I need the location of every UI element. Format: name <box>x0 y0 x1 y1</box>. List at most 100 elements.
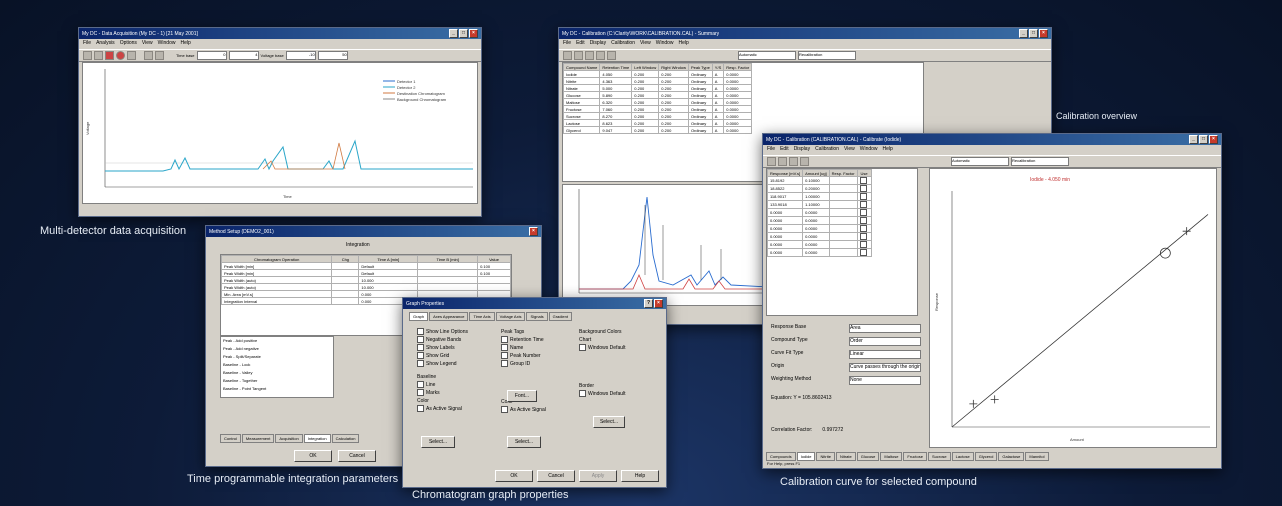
menu-window[interactable]: Window <box>656 40 674 48</box>
recalibration-select[interactable]: Recalibration <box>1011 157 1069 166</box>
tab-iodide[interactable]: Iodide <box>796 452 816 461</box>
list-item[interactable]: Peak - Add positive <box>223 337 333 345</box>
maximize-icon[interactable]: □ <box>459 29 468 38</box>
curve-fit-select[interactable]: Linear <box>849 350 921 359</box>
menu-display[interactable]: Display <box>794 146 810 154</box>
tab-mannitol[interactable]: Mannitol <box>1025 452 1049 461</box>
menu-window[interactable]: Window <box>860 146 878 154</box>
table-row[interactable]: 0.0000 0.0000 <box>767 216 872 225</box>
tab-control[interactable]: Control <box>220 434 241 443</box>
menu-edit[interactable]: Edit <box>576 40 585 48</box>
time-from-field[interactable]: 0 <box>196 51 227 60</box>
table-row[interactable]: Nitrite 4.363 0.200 0.200 Ordinary A 0.0000 <box>563 77 753 85</box>
menu-file[interactable]: File <box>563 40 571 48</box>
option-windows-default-border[interactable]: Windows Default <box>579 390 626 398</box>
tab-signals[interactable]: Signals <box>526 312 548 321</box>
table-row[interactable]: 15.8192 0.10000 <box>767 176 872 185</box>
stop-icon[interactable] <box>105 51 114 60</box>
option-name[interactable]: Name <box>501 344 546 352</box>
close-icon[interactable]: × <box>529 227 538 236</box>
origin-select[interactable]: Curve passes through the origin <box>849 363 921 372</box>
minimize-icon[interactable]: _ <box>1019 29 1028 38</box>
option-line[interactable]: Line <box>417 381 468 389</box>
menu-analysis[interactable]: Analysis <box>96 40 115 48</box>
table-row[interactable]: 0.0000 0.0000 <box>767 224 872 233</box>
table-row[interactable]: 18.8522 0.20000 <box>767 184 872 193</box>
tool-button[interactable] <box>144 51 153 60</box>
list-item[interactable]: Peak - Add negative <box>223 345 333 353</box>
option-show-grid[interactable]: Show Grid <box>417 352 468 360</box>
table-row[interactable]: 0.0000 0.0000 <box>767 232 872 241</box>
option-show-labels[interactable]: Show Labels <box>417 344 468 352</box>
integration-events-list[interactable]: Peak - Add positive Peak - Add negative … <box>220 336 334 398</box>
menu-calibration[interactable]: Calibration <box>611 40 635 48</box>
table-row[interactable]: Peak Width (auto) 10.000 <box>221 276 511 284</box>
weighting-select[interactable]: None <box>849 376 921 385</box>
voltage-from-field[interactable]: -10 <box>285 51 316 60</box>
list-item[interactable]: Baseline - Valley <box>223 369 333 377</box>
table-row[interactable]: 0.0000 0.0000 <box>767 240 872 249</box>
tab-voltage-axis[interactable]: Voltage Axis <box>495 312 526 321</box>
tab-graph[interactable]: Graph <box>409 312 429 321</box>
option-group-id[interactable]: Group ID <box>501 360 546 368</box>
tool-button[interactable] <box>155 51 164 60</box>
list-item[interactable]: Peak - Split/Separate <box>223 353 333 361</box>
tab-maltose[interactable]: Maltose <box>880 452 903 461</box>
menu-options[interactable]: Options <box>120 40 137 48</box>
maximize-icon[interactable]: □ <box>1199 135 1208 144</box>
menu-window[interactable]: Window <box>158 40 176 48</box>
menu-help[interactable]: Help <box>679 40 689 48</box>
menu-view[interactable]: View <box>142 40 153 48</box>
tab-glycerol[interactable]: Glycerol <box>974 452 998 461</box>
option-as-active[interactable]: As Active Signal <box>417 405 468 413</box>
tab-calculation[interactable]: Calculation <box>331 434 360 443</box>
voltage-to-field[interactable]: 50 <box>317 51 348 60</box>
table-row[interactable]: 118.9017 1.00000 <box>767 192 872 201</box>
option-negative-bands[interactable]: Negative Bands <box>417 336 468 344</box>
menu-file[interactable]: File <box>767 146 775 154</box>
save-icon[interactable] <box>778 157 787 166</box>
cancel-button[interactable]: Cancel <box>338 450 376 462</box>
tab-sucrose[interactable]: Sucrose <box>927 452 951 461</box>
table-row[interactable]: Peak Width [min] Default 0.100 <box>221 269 511 277</box>
tab-compounds[interactable]: Compounds <box>766 452 796 461</box>
menu-help[interactable]: Help <box>180 40 190 48</box>
tab-acquisition[interactable]: Acquisition <box>275 434 303 443</box>
close-icon[interactable]: × <box>1039 29 1048 38</box>
record-icon[interactable] <box>116 51 125 60</box>
table-row[interactable]: Maltose 6.320 0.200 0.200 Ordinary A 0.0000 <box>563 98 753 106</box>
table-row[interactable]: Lactose 8.623 0.200 0.200 Ordinary A 0.0000 <box>563 119 753 127</box>
table-row[interactable]: Nitrate 5.000 0.200 0.200 Ordinary A 0.0000 <box>563 84 753 92</box>
cut-icon[interactable] <box>596 51 605 60</box>
tab-galactose[interactable]: Galactose <box>998 452 1025 461</box>
option-show-line[interactable]: Show Line Options <box>417 328 468 336</box>
open-icon[interactable] <box>563 51 572 60</box>
minimize-icon[interactable]: _ <box>449 29 458 38</box>
save-icon[interactable] <box>574 51 583 60</box>
menu-help[interactable]: Help <box>883 146 893 154</box>
apply-button[interactable]: Apply <box>579 470 617 482</box>
table-row[interactable]: Glucose 5.890 0.200 0.200 Ordinary A 0.0000 <box>563 91 753 99</box>
menu-calibration[interactable]: Calibration <box>815 146 839 154</box>
option-windows-default[interactable]: Windows Default <box>579 344 626 352</box>
recalibration-select[interactable]: Recalibration <box>798 51 856 60</box>
select-color-button[interactable]: Select... <box>507 436 541 448</box>
menu-view[interactable]: View <box>640 40 651 48</box>
table-row[interactable]: Glycerol 9.047 0.200 0.200 Ordinary A 0.0000 <box>563 126 753 134</box>
tab-glucose[interactable]: Glucose <box>856 452 880 461</box>
tool-button[interactable] <box>83 51 92 60</box>
tab-nitrite[interactable]: Nitrite <box>816 452 835 461</box>
print-icon[interactable] <box>585 51 594 60</box>
ok-button[interactable]: OK <box>495 470 533 482</box>
tool-button[interactable] <box>94 51 103 60</box>
table-row[interactable]: Peak Width [min] Default 0.100 <box>221 262 511 270</box>
table-row[interactable]: Peak Width (auto) 10.000 <box>221 283 511 291</box>
table-row[interactable]: 0.0000 0.0000 <box>767 248 872 257</box>
help-button[interactable]: Help <box>621 470 659 482</box>
help-icon[interactable]: ? <box>644 299 653 308</box>
tab-time-axis[interactable]: Time Axis <box>469 312 495 321</box>
tab-gradient[interactable]: Gradient <box>548 312 572 321</box>
table-row[interactable]: 0.0000 0.0000 <box>767 208 872 217</box>
menu-edit[interactable]: Edit <box>780 146 789 154</box>
select-color-button[interactable]: Select... <box>421 436 455 448</box>
